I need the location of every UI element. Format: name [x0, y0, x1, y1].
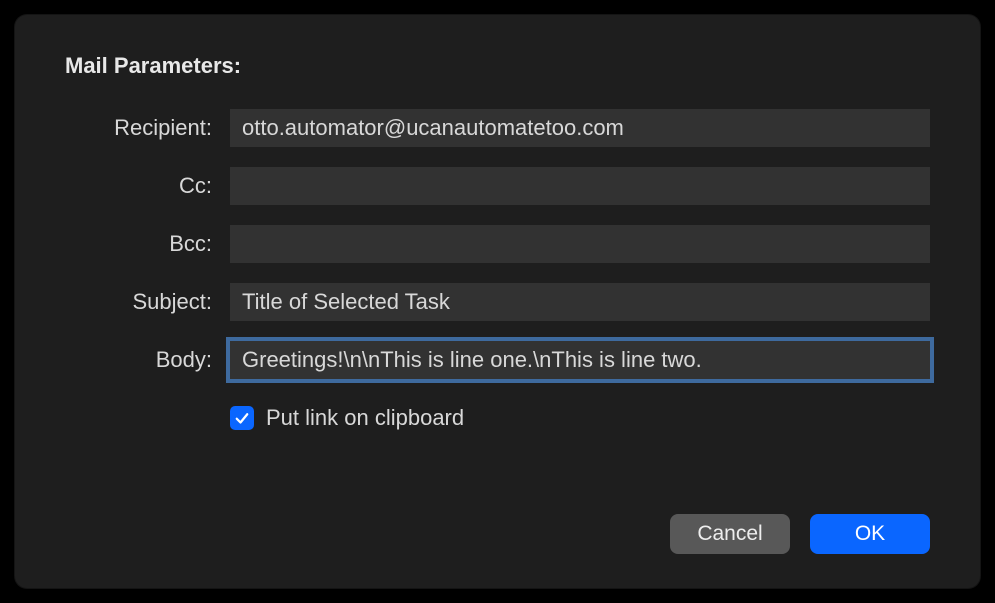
button-row: Cancel OK: [670, 514, 930, 554]
subject-label: Subject:: [65, 289, 230, 315]
cc-label: Cc:: [65, 173, 230, 199]
recipient-label: Recipient:: [65, 115, 230, 141]
checkmark-icon: [233, 409, 251, 427]
body-row: Body:: [65, 341, 930, 379]
dialog-title: Mail Parameters:: [65, 53, 930, 79]
subject-row: Subject:: [65, 283, 930, 321]
subject-input[interactable]: [230, 283, 930, 321]
clipboard-checkbox-label: Put link on clipboard: [266, 405, 464, 431]
cc-input[interactable]: [230, 167, 930, 205]
mail-parameters-dialog: Mail Parameters: Recipient: Cc: Bcc: Sub…: [15, 15, 980, 588]
ok-button[interactable]: OK: [810, 514, 930, 554]
recipient-row: Recipient:: [65, 109, 930, 147]
bcc-row: Bcc:: [65, 225, 930, 263]
recipient-input[interactable]: [230, 109, 930, 147]
cc-row: Cc:: [65, 167, 930, 205]
body-label: Body:: [65, 347, 230, 373]
clipboard-checkbox-wrap[interactable]: Put link on clipboard: [230, 405, 464, 431]
clipboard-checkbox[interactable]: [230, 406, 254, 430]
body-input[interactable]: [230, 341, 930, 379]
bcc-label: Bcc:: [65, 231, 230, 257]
checkbox-row: Put link on clipboard: [65, 405, 930, 431]
cancel-button[interactable]: Cancel: [670, 514, 790, 554]
bcc-input[interactable]: [230, 225, 930, 263]
